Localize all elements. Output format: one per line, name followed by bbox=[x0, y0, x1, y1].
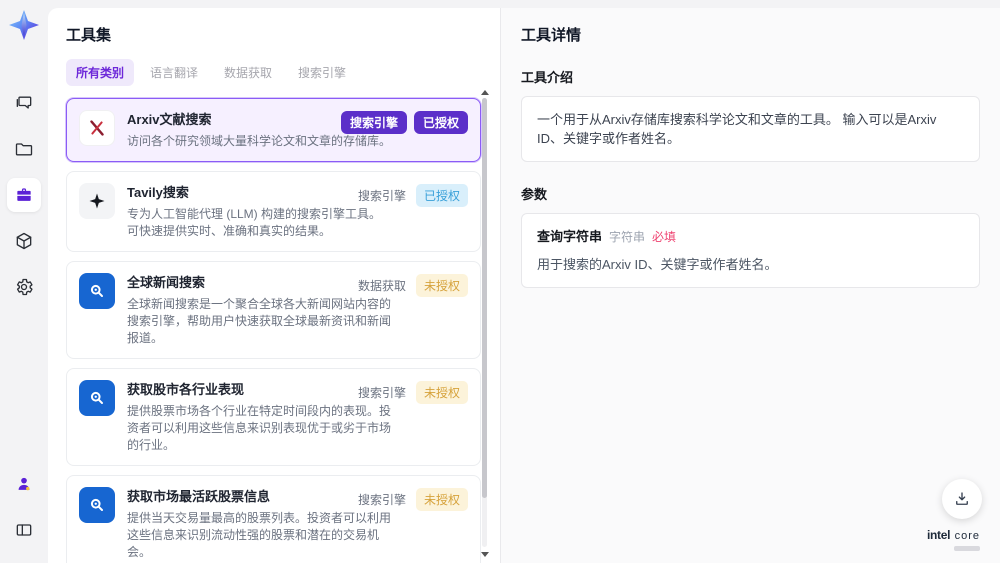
scrollbar-thumb[interactable] bbox=[482, 98, 487, 498]
folder-icon bbox=[15, 143, 33, 156]
arxiv-icon bbox=[79, 110, 115, 146]
tool-description: 专为人工智能代理 (LLM) 构建的搜索引擎工具。可快速提供实时、准确和真实的结… bbox=[127, 207, 382, 238]
sidebar-item-files[interactable] bbox=[7, 132, 41, 166]
category-badge: 搜索引擎 bbox=[340, 111, 407, 134]
brand-intel-text: intel bbox=[926, 528, 951, 542]
sidebar-item-chat[interactable] bbox=[7, 86, 41, 120]
status-badge: 已授权 bbox=[413, 111, 468, 134]
category-label: 搜索引擎 bbox=[357, 493, 406, 507]
tool-name: 获取市场最活跃股票信息 bbox=[127, 489, 271, 504]
tool-name: Tavily搜索 bbox=[127, 185, 189, 200]
status-badge: 未授权 bbox=[415, 488, 468, 511]
tool-detail-panel: 工具详情 工具介绍 一个用于从Arxiv存储库搜索科学论文和文章的工具。 输入可… bbox=[500, 8, 1000, 563]
collapse-sidebar-button[interactable] bbox=[7, 513, 41, 547]
app-logo-icon bbox=[9, 10, 39, 40]
download-icon bbox=[956, 492, 968, 505]
tool-description: 提供当天交易量最高的股票列表。投资者可以利用这些信息来识别流动性强的股票和潜在的… bbox=[127, 511, 392, 559]
param-type: 字符串 bbox=[609, 230, 646, 244]
tool-card-sector-performance[interactable]: 获取股市各行业表现 提供股票市场各个行业在特定时间段内的表现。投资者可以利用这些… bbox=[66, 368, 481, 466]
tool-description: 提供股票市场各个行业在特定时间段内的表现。投资者可以利用这些信息来识别表现优于或… bbox=[127, 404, 392, 452]
avatar-icon bbox=[18, 477, 30, 491]
tavily-star-icon bbox=[79, 183, 115, 219]
tool-description: 全球新闻搜索是一个聚合全球各大新闻网站内容的搜索引擎，帮助用户快速获取全球最新资… bbox=[127, 297, 392, 345]
panel-toggle-icon bbox=[16, 524, 32, 536]
tool-card-most-active-stocks[interactable]: 获取市场最活跃股票信息 提供当天交易量最高的股票列表。投资者可以利用这些信息来识… bbox=[66, 475, 481, 563]
tool-name: 全球新闻搜索 bbox=[127, 275, 206, 290]
intel-core-logo: intel core bbox=[927, 526, 980, 551]
cube-icon bbox=[16, 232, 32, 250]
sidebar-item-settings[interactable] bbox=[7, 270, 41, 304]
blue-search-icon bbox=[79, 273, 115, 309]
gear-icon bbox=[16, 278, 33, 296]
sidebar-item-models[interactable] bbox=[7, 224, 41, 258]
category-label: 搜索引擎 bbox=[357, 189, 406, 203]
chat-icon bbox=[16, 96, 32, 109]
user-avatar[interactable] bbox=[7, 467, 41, 501]
tool-description: 访问各个研究领域大量科学论文和文章的存储库。 bbox=[127, 134, 392, 148]
briefcase-icon bbox=[17, 188, 31, 201]
tab-data-fetch[interactable]: 数据获取 bbox=[214, 59, 282, 86]
param-box: 查询字符串 字符串 必填 用于搜索的Arxiv ID、关键字或作者姓名。 bbox=[521, 213, 980, 288]
tool-card-global-news[interactable]: 全球新闻搜索 全球新闻搜索是一个聚合全球各大新闻网站内容的搜索引擎，帮助用户快速… bbox=[66, 261, 481, 359]
intro-box: 一个用于从Arxiv存储库搜索科学论文和文章的工具。 输入可以是Arxiv ID… bbox=[521, 96, 980, 162]
scroll-down-arrow-icon[interactable] bbox=[481, 552, 489, 557]
intro-text: 一个用于从Arxiv存储库搜索科学论文和文章的工具。 输入可以是Arxiv ID… bbox=[537, 112, 937, 146]
download-button[interactable] bbox=[942, 479, 982, 519]
category-label: 数据获取 bbox=[357, 279, 406, 293]
tool-card-arxiv[interactable]: Arxiv文献搜索 访问各个研究领域大量科学论文和文章的存储库。 搜索引擎 已授… bbox=[66, 98, 481, 162]
brand-underline bbox=[954, 546, 980, 551]
brand-core-text: core bbox=[954, 530, 980, 542]
param-name: 查询字符串 bbox=[537, 229, 603, 244]
param-description: 用于搜索的Arxiv ID、关键字或作者姓名。 bbox=[537, 257, 778, 272]
tool-card-tavily[interactable]: Tavily搜索 专为人工智能代理 (LLM) 构建的搜索引擎工具。可快速提供实… bbox=[66, 171, 481, 252]
list-scrollbar[interactable] bbox=[481, 90, 489, 557]
scroll-up-arrow-icon[interactable] bbox=[481, 90, 489, 95]
tool-name: 获取股市各行业表现 bbox=[127, 382, 245, 397]
status-badge: 已授权 bbox=[415, 184, 468, 207]
blue-search-icon bbox=[79, 487, 115, 523]
app-sidebar bbox=[0, 0, 48, 563]
blue-search-icon bbox=[79, 380, 115, 416]
tab-all-categories[interactable]: 所有类别 bbox=[66, 59, 135, 86]
status-badge: 未授权 bbox=[415, 381, 468, 404]
category-tabs: 所有类别 语言翻译 数据获取 搜索引擎 bbox=[66, 59, 481, 86]
tab-search-engine[interactable]: 搜索引擎 bbox=[288, 59, 356, 86]
sidebar-item-toolbox[interactable] bbox=[7, 178, 41, 212]
tool-list-panel: 工具集 所有类别 语言翻译 数据获取 搜索引擎 Arxiv文献搜索 访问各个研究… bbox=[48, 8, 500, 563]
intro-section-label: 工具介绍 bbox=[521, 70, 574, 85]
tab-language-translation[interactable]: 语言翻译 bbox=[140, 59, 208, 86]
param-required-flag: 必填 bbox=[652, 230, 677, 244]
status-badge: 未授权 bbox=[415, 274, 468, 297]
detail-title: 工具详情 bbox=[521, 27, 582, 44]
main-content: 工具集 所有类别 语言翻译 数据获取 搜索引擎 Arxiv文献搜索 访问各个研究… bbox=[48, 0, 1000, 563]
params-section-label: 参数 bbox=[521, 187, 548, 202]
page-title: 工具集 bbox=[66, 27, 112, 44]
category-label: 搜索引擎 bbox=[357, 386, 406, 400]
